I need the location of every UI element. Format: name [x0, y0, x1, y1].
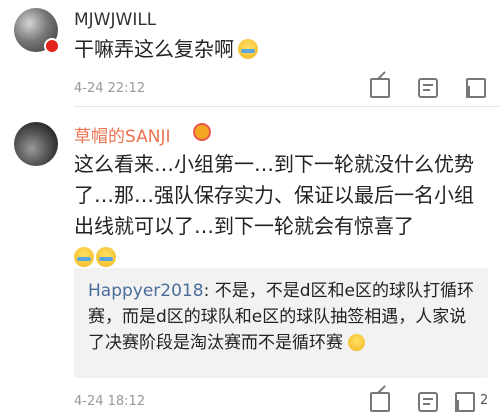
- timestamp-2: 4-24 18:12: [74, 394, 146, 409]
- user-avatar[interactable]: [14, 122, 58, 166]
- share-icon[interactable]: [370, 78, 390, 98]
- reply-text: Happyer2018: 不是，不是d区和e区的球队打循环赛，而是d区的球队和e…: [88, 278, 480, 356]
- crying-laugh-emoji-icon: [238, 39, 258, 59]
- comment-text-2: 这么看来…小组第一…到下一轮就没什么优势了…那…强队保存实力、保证以最后一名小组…: [74, 149, 486, 273]
- comment-text-2-body: 这么看来…小组第一…到下一轮就没什么优势了…那…强队保存实力、保证以最后一名小组…: [74, 152, 474, 238]
- reply-username[interactable]: Happyer2018: [88, 281, 204, 301]
- like-count: 2: [480, 393, 489, 408]
- comment-text-1-body: 干嘛弄这么复杂啊: [74, 37, 234, 61]
- vip-crown-icon: [193, 123, 211, 141]
- share-icon[interactable]: [370, 392, 390, 412]
- timestamp-1: 4-24 22:12: [74, 81, 146, 96]
- verified-badge-icon: [44, 38, 60, 54]
- reply-panel[interactable]: Happyer2018: 不是，不是d区和e区的球队打循环赛，而是d区的球队和e…: [74, 268, 488, 378]
- thumbs-up-icon[interactable]: [455, 392, 475, 412]
- reply-separator: :: [203, 281, 215, 301]
- thumbs-up-icon[interactable]: [466, 78, 486, 98]
- crying-laugh-emoji-icon: [96, 247, 116, 267]
- comment-icon[interactable]: [418, 78, 438, 98]
- avatar-1[interactable]: [14, 8, 60, 54]
- divider: [74, 106, 500, 107]
- avatar-2[interactable]: [14, 122, 58, 166]
- comment-icon[interactable]: [418, 392, 438, 412]
- username-2[interactable]: 草帽的SANJI: [74, 122, 170, 147]
- crying-laugh-emoji-icon: [74, 247, 94, 267]
- comment-text-1: 干嘛弄这么复杂啊: [74, 34, 258, 65]
- username-1[interactable]: MJWJWILL: [74, 10, 156, 30]
- sad-emoji-icon: [348, 334, 366, 351]
